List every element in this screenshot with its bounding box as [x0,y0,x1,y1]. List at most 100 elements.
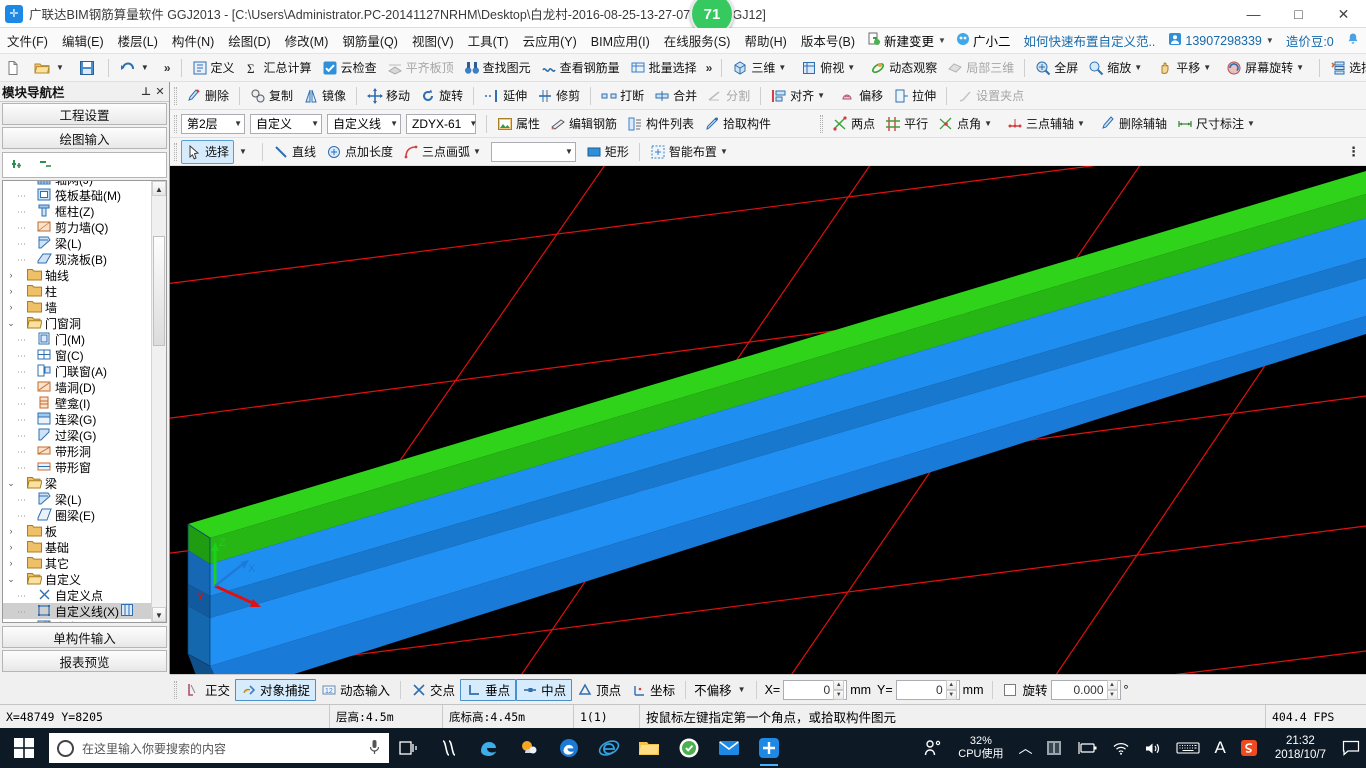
parallel-axis-button[interactable]: 平行 [880,112,933,136]
chevron-down-icon[interactable]: ▼ [461,119,477,128]
trim-button[interactable]: 修剪 [532,84,585,108]
chevron-down-icon[interactable]: ▼ [720,147,728,156]
chevron-down-icon[interactable]: ▼ [1247,119,1255,128]
x-spinner[interactable]: ▲ ▼ [833,679,845,700]
point-length-button[interactable]: 点加长度 [321,140,398,164]
object-snap-toggle[interactable]: 对象捕捉 [235,678,317,701]
menu-help[interactable]: 帮助(H) [737,28,793,53]
tree-item[interactable]: ⋯ 带形洞 [3,443,153,459]
tree-item[interactable]: ⋯ 现浇板(B) [3,251,153,267]
mail-icon[interactable] [709,728,749,768]
drawing-canvas[interactable]: Z X Y [170,166,1366,674]
tree-item[interactable]: ⋯ 壁龛(I) [3,395,153,411]
break-button[interactable]: 打断 [596,84,649,108]
ortho-toggle[interactable]: 正交 [181,679,235,701]
batch-select-button[interactable]: 批量选择 [625,56,702,80]
toolbar-row4-overflow[interactable]: ⋮ [1341,144,1366,160]
view-rebar-button[interactable]: 查看钢筋量 [536,56,625,80]
align-slab-top-button[interactable]: 平齐板顶 [382,56,459,80]
tree-item[interactable]: › 柱 [3,283,153,299]
windows-start-icon[interactable] [0,728,48,768]
snap-vertex[interactable]: 顶点 [572,679,626,701]
cpu-usage[interactable]: 32% CPU使用 [950,735,1011,761]
component-select[interactable]: ZDYX-61 ▼ [406,113,477,134]
find-element-button[interactable]: 查找图元 [459,56,536,80]
select-tool-dropdown[interactable]: ▼ [234,140,257,164]
menu-edit[interactable]: 编辑(E) [55,28,111,53]
snap-coordinate[interactable]: 坐标 [626,679,680,701]
snap-intersection[interactable]: 交点 [406,679,460,701]
delete-button[interactable]: 删除 [181,84,234,108]
chevron-down-icon[interactable]: ▼ [239,147,247,156]
menu-component[interactable]: 构件(N) [165,28,221,53]
chevron-down-icon[interactable]: ▼ [1077,119,1085,128]
close-button[interactable]: ✕ [1321,0,1366,28]
y-input[interactable]: 0 ▲ ▼ [895,679,960,700]
x-input[interactable]: 0 ▲ ▼ [783,679,848,700]
edge-legacy-icon[interactable] [469,728,509,768]
new-file-button[interactable] [0,56,29,80]
category-select[interactable]: 自定义 ▼ [250,113,322,134]
offset-button[interactable]: 偏移 [835,84,888,108]
menu-view[interactable]: 视图(V) [405,28,461,53]
chevron-down-icon[interactable]: ▼ [1134,63,1142,72]
beans-label[interactable]: 造价豆:0 [1279,28,1341,53]
chevron-down-icon[interactable]: ▼ [56,63,64,72]
volume-icon[interactable] [1137,728,1169,768]
tree-item[interactable]: ⋯ 框柱(Z) [3,203,153,219]
fullscreen-button[interactable]: 全屏 [1030,56,1083,80]
toolbar-grip[interactable] [174,114,177,133]
collapse-all-icon[interactable] [39,157,57,174]
chevron-down-icon[interactable]: ▼ [382,119,398,128]
top-view-button[interactable]: 俯视 ▼ [796,56,865,80]
rectangle-tool-button[interactable]: 矩形 [581,140,634,164]
menu-draw[interactable]: 绘图(D) [221,28,277,53]
open-file-button[interactable]: ▼ [29,56,74,80]
ggj-app-icon[interactable] [749,728,789,768]
type-select[interactable]: 自定义线 ▼ [327,113,401,134]
edit-rebar-button[interactable]: 编辑钢筋 [545,112,622,136]
set-grip-button[interactable]: 设置夹点 [952,84,1029,108]
twisty-expanded-icon[interactable]: ⌄ [5,574,17,585]
account-phone[interactable]: 13907298339 ▼ [1163,30,1278,51]
tree-item[interactable]: ⋯ 自定义点 [3,587,153,603]
ie-icon[interactable] [589,728,629,768]
bell-button[interactable] [1341,30,1365,51]
weather-icon[interactable] [509,728,549,768]
show-hidden-icons-arrow[interactable]: ︿ [1011,728,1039,768]
project-settings-button[interactable]: 工程设置 [2,103,167,125]
edge-blue-icon[interactable] [549,728,589,768]
zoom-button[interactable]: 缩放 ▼ [1083,56,1152,80]
twisty-collapsed-icon[interactable]: › [5,270,17,280]
tree-item[interactable]: ⋯ 门(M) [3,331,153,347]
expand-all-icon[interactable] [11,157,29,174]
app-grid-icon[interactable] [429,728,469,768]
pin-icon[interactable]: ⊥ [139,85,153,98]
toolbar-left-overflow[interactable]: » [159,61,176,75]
close-icon[interactable]: ✕ [153,85,167,98]
task-view-icon[interactable] [389,728,429,768]
tree-item[interactable]: ⋯ 过梁(G) [3,427,153,443]
tree-item[interactable]: › 基础 [3,539,153,555]
arc-option-select[interactable]: ▼ [490,141,576,162]
tree-item[interactable]: › 其它 [3,555,153,571]
report-preview-button[interactable]: 报表预览 [2,650,167,672]
chevron-down-icon[interactable]: ▼ [738,685,746,694]
chevron-down-icon[interactable]: ▼ [984,119,992,128]
three-point-axis-button[interactable]: 三点辅轴 ▼ [1002,112,1095,136]
wifi-icon[interactable] [1105,728,1137,768]
toolbar-grip[interactable] [174,142,177,161]
tree-item[interactable]: ⋯ 圈梁(E) [3,507,153,523]
delete-axis-button[interactable]: 删除辅轴 [1095,112,1172,136]
tree-item[interactable]: ⋯ 自定义线(X) [3,603,153,619]
y-spinner[interactable]: ▲ ▼ [945,679,957,700]
undo-button[interactable]: ▼ [114,56,159,80]
copy-button[interactable]: 复制 [245,84,298,108]
tree-item[interactable]: ⋯ 窗(C) [3,347,153,363]
green-app-icon[interactable] [669,728,709,768]
menu-cloud[interactable]: 云应用(Y) [516,28,584,53]
menu-tools[interactable]: 工具(T) [461,28,516,53]
save-file-button[interactable] [74,56,103,80]
search-input[interactable]: 在这里输入你要搜索的内容 [49,733,389,763]
twisty-collapsed-icon[interactable]: › [5,542,17,552]
